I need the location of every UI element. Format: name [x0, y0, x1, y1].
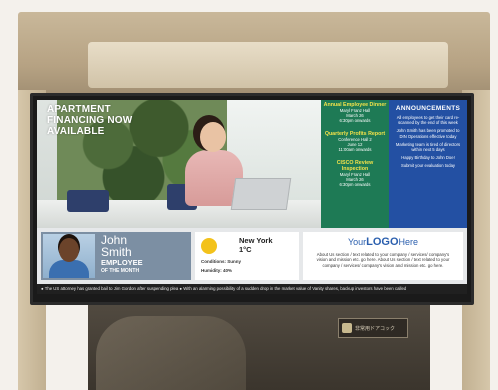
company-logo-panel: YourLOGOHere About Us section / text rel…	[303, 232, 463, 280]
door-sticker: 非常用ドアコック	[338, 318, 408, 338]
event-item: Annual Employee Dinner Maryl Franz Hall …	[321, 100, 389, 123]
bus-interior-photo: 非常用ドアコック Apartment Financing Now Availab…	[0, 0, 498, 390]
announcements-title: ANNOUNCEMENTS	[395, 105, 461, 112]
news-ticker: ● The US attorney has granted bail to Ji…	[37, 284, 467, 294]
sun-icon	[201, 238, 217, 254]
announcements-panel: ANNOUNCEMENTS All employees to get their…	[389, 100, 467, 228]
employee-role: EMPLOYEE	[101, 258, 143, 267]
announcement-item: Marketing team is tired of directors wit…	[395, 141, 461, 153]
logo-prefix: Your	[347, 237, 367, 247]
ceiling-light	[88, 42, 448, 88]
event-item: Quarterly Profits Report Conference Hall…	[321, 129, 389, 152]
employee-subtitle: OF THE MONTH	[101, 268, 140, 274]
logo-suffix: Here	[398, 237, 419, 247]
employee-shirt	[49, 260, 89, 278]
weather-widget: New York 1°C Conditions: Sunny Humidity:…	[195, 232, 299, 280]
announcement-item: John Smith has been promoted to DIN Oper…	[396, 128, 460, 139]
event-time: 11:00am onwards	[338, 147, 372, 152]
door-window	[96, 316, 246, 390]
employee-name: John Smith	[101, 234, 189, 258]
door-sticker-text: 非常用ドアコック	[355, 325, 396, 332]
display-screen: Apartment Financing Now Available Annual…	[37, 100, 467, 294]
event-title: CISCO Review Inspection	[336, 160, 374, 172]
weather-temperature: 1°C	[239, 245, 252, 254]
weather-conditions: Conditions: Sunny	[201, 259, 241, 264]
employee-photo	[43, 234, 95, 278]
events-schedule: Annual Employee Dinner Maryl Franz Hall …	[321, 100, 389, 228]
weather-city: New York	[239, 236, 273, 245]
hero-title: Apartment Financing Now Available	[47, 104, 133, 137]
event-item: CISCO Review Inspection Maryl Franz Hall…	[321, 158, 389, 187]
office-chair	[67, 190, 109, 212]
employee-last-name: Smith	[101, 245, 132, 259]
announcement-item: All employees to get their card re-scann…	[396, 115, 460, 126]
event-time: 6:30pm onwards	[339, 182, 371, 187]
ceiling	[18, 12, 490, 102]
logo-word: LOGO	[366, 236, 399, 248]
event-time: 6:30pm onwards	[339, 118, 371, 123]
company-logo: YourLOGOHere	[303, 236, 463, 248]
about-us-text: About Us section / text related to your …	[316, 252, 450, 268]
employee-of-month-card: John Smith EMPLOYEE OF THE MONTH	[41, 232, 191, 280]
weather-humidity: Humidity: 40%	[201, 268, 233, 273]
digital-signage-display: Apartment Financing Now Available Annual…	[30, 93, 474, 305]
announcement-item: Submit your evaluation today	[400, 163, 455, 169]
woman-head	[200, 122, 226, 152]
employee-head	[59, 238, 79, 262]
laptop	[230, 178, 292, 210]
widget-strip: John Smith EMPLOYEE OF THE MONTH New Yor…	[37, 228, 467, 284]
door-cock-icon	[342, 323, 352, 333]
hero-banner: Apartment Financing Now Available	[37, 100, 321, 228]
announcement-item: Happy Birthday to John Doe!	[401, 155, 455, 161]
